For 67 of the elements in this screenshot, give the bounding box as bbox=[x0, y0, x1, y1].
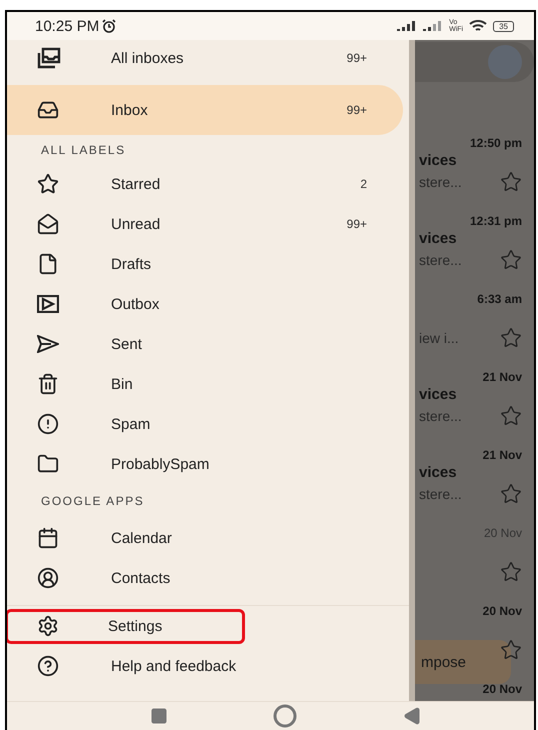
drawer-item[interactable]: Contacts bbox=[7, 558, 403, 598]
star-icon[interactable] bbox=[500, 405, 522, 427]
email-sender: vices bbox=[419, 152, 458, 169]
star-icon bbox=[37, 173, 59, 195]
email-time: 20 Nov bbox=[482, 682, 522, 696]
unread-count: 99+ bbox=[346, 51, 367, 65]
outbox-icon bbox=[37, 295, 59, 313]
section-heading: ALL LABELS bbox=[40, 142, 127, 158]
drawer-item[interactable]: Sent bbox=[7, 324, 403, 364]
drawer-item[interactable]: Inbox 99+ bbox=[7, 85, 403, 135]
status-time: 10:25 PM bbox=[35, 18, 116, 34]
star-icon[interactable] bbox=[500, 171, 522, 193]
section-heading: GOOGLE APPS bbox=[40, 493, 146, 510]
drawer-item[interactable]: Drafts bbox=[7, 244, 403, 284]
highlight-frame: Settings bbox=[7, 608, 246, 644]
email-sender: vices bbox=[419, 230, 458, 247]
settings-icon bbox=[37, 615, 59, 637]
drawer-item[interactable]: Starred 2 bbox=[7, 164, 403, 204]
unread-count: 99+ bbox=[346, 217, 367, 231]
star-icon[interactable] bbox=[500, 327, 522, 349]
email-time: 12:31 pm bbox=[470, 214, 522, 228]
stacked-trays-icon bbox=[37, 47, 61, 69]
help-icon bbox=[37, 655, 59, 677]
star-icon[interactable] bbox=[500, 639, 522, 661]
star-icon[interactable] bbox=[500, 483, 522, 505]
wifi-icon bbox=[469, 20, 488, 32]
drawer-item[interactable]: Unread 99+ bbox=[7, 204, 403, 244]
email-time: 12:50 pm bbox=[470, 136, 522, 150]
recents-icon[interactable] bbox=[150, 707, 168, 725]
email-time: 21 Nov bbox=[482, 448, 522, 462]
back-icon[interactable] bbox=[403, 707, 422, 725]
drawer-item[interactable]: All inboxes 99+ bbox=[7, 40, 403, 76]
email-snippet: stere... bbox=[419, 174, 462, 190]
email-snippet: stere... bbox=[419, 408, 462, 424]
signal-icon bbox=[423, 21, 444, 31]
email-sender: vices bbox=[419, 386, 458, 403]
drawer-item[interactable]: Calendar bbox=[7, 518, 403, 558]
email-time: 6:33 am bbox=[477, 292, 522, 306]
calendar-icon bbox=[37, 527, 59, 549]
drawer-item[interactable]: Outbox bbox=[7, 284, 403, 324]
open-envelope-icon bbox=[37, 213, 59, 235]
drawer-item[interactable]: Bin bbox=[7, 364, 403, 404]
send-icon bbox=[37, 335, 59, 353]
email-time: 20 Nov bbox=[482, 604, 522, 618]
alert-icon bbox=[37, 413, 59, 435]
email-time: 21 Nov bbox=[482, 370, 522, 384]
email-sender: vices bbox=[419, 464, 458, 481]
bin-icon bbox=[37, 373, 59, 395]
unread-count: 99+ bbox=[346, 103, 367, 117]
unread-count: 2 bbox=[360, 177, 367, 191]
star-icon[interactable] bbox=[500, 249, 522, 271]
email-snippet: iew i... bbox=[419, 330, 459, 346]
contact-icon bbox=[37, 567, 59, 589]
home-icon[interactable] bbox=[273, 704, 298, 728]
drawer-item[interactable]: Help and feedback bbox=[7, 646, 403, 686]
email-snippet: stere... bbox=[419, 252, 462, 268]
folder-icon bbox=[37, 453, 59, 475]
alarm-icon bbox=[102, 19, 116, 33]
drawer-item[interactable]: ProbablySpam bbox=[7, 444, 403, 484]
battery-indicator: 35 bbox=[493, 20, 514, 32]
star-icon[interactable] bbox=[500, 561, 522, 583]
document-icon bbox=[37, 253, 59, 275]
drawer-item[interactable]: Settings bbox=[7, 606, 403, 646]
drawer-item[interactable]: Spam bbox=[7, 404, 403, 444]
inbox-icon bbox=[37, 99, 59, 121]
email-snippet: stere... bbox=[419, 486, 462, 502]
signal-icon bbox=[397, 21, 418, 31]
